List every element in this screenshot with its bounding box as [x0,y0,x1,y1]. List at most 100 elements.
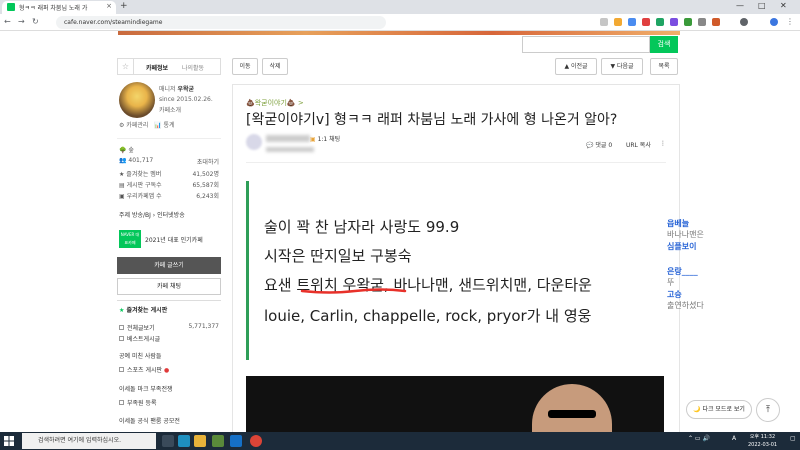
naver-badge-icon: NAVER 대표카페 [119,230,141,248]
taskbar-search-input[interactable]: 검색하려면 여기에 입력하십시오. [22,433,156,449]
notification-icon[interactable]: ▢ [790,435,796,442]
scroll-top-button[interactable]: ⤒ [756,398,780,422]
input-language[interactable]: A [732,435,736,442]
menu-item[interactable]: 부족원 등록 [119,398,219,407]
menu-item[interactable]: 공예 미친 사람들 [119,351,219,360]
extension-icon[interactable] [642,18,650,26]
floating-comment-user: 읍베늘 [667,219,690,228]
menu-item[interactable]: 스포츠 게시판 ● [119,365,219,374]
cafe-avatar[interactable] [119,82,155,118]
grade-label: 🌳 숲 [119,147,134,154]
favorite-boards-title: ★ 즐겨찾는 게시판 [119,307,168,314]
member-count[interactable]: 👥 401,717 초대하기 [119,157,219,166]
dark-mode-button[interactable]: 🌙 다크 모드로 보기 [686,400,752,419]
floating-comment-user: 은랑____ [667,267,698,276]
floating-comment-text: 출연하셨다 [667,301,704,310]
menu-item[interactable]: 이세돌 마크 부족전쟁 [119,384,219,393]
lyric-line: louie, Carlin, chappelle, rock, pryor가 내… [264,307,592,325]
extension-icon[interactable] [656,18,664,26]
tab-close-icon[interactable]: × [106,2,112,10]
chat-link[interactable]: ▣ 1:1 채팅 [310,134,340,143]
tab-my-activity[interactable]: 나의활동 [182,63,204,72]
since-date: since 2015.02.26. [159,96,213,103]
author-avatar[interactable] [246,134,262,150]
move-button[interactable]: 이동 [232,58,258,75]
embedded-video[interactable] [246,376,664,436]
extension-icon[interactable] [614,18,622,26]
vs-icon[interactable] [230,435,242,447]
maximize-button[interactable]: □ [758,1,766,10]
extension-icon[interactable] [600,18,608,26]
profile-icon[interactable] [740,18,748,26]
stat-row: ▣ 우리카페앱 수 6,243회 [119,193,219,200]
tray-icons[interactable]: ⌃ ▭ 🔊 [688,435,710,442]
cafe-chat-button[interactable]: 카페 채팅 [117,278,221,295]
tab-title: 형ㅋㅋ 래퍼 차붐님 노래 가 [19,5,88,12]
back-icon[interactable]: ← [4,17,11,26]
naver-favicon-icon [7,3,15,11]
explorer-icon[interactable] [194,435,206,447]
list-button[interactable]: 목록 [650,58,678,75]
cafe-stats: 🌳 숲 👥 401,717 초대하기 ★ 즐겨찾는 멤버 41,502명 ▤ 게시판… [117,138,221,200]
prev-post-button[interactable]: ▲ 이전글 [555,58,597,75]
taskbar-clock[interactable]: 오후 11:32 2022-03-01 [748,433,777,449]
cafe-search: 검색 [522,36,678,53]
search-button[interactable]: 검색 [650,36,678,53]
stat-row: ▤ 게시판 구독수 65,587회 [119,182,219,189]
manager-name[interactable]: 우왁굳 [177,86,194,93]
board-icon [119,367,124,372]
award-text: 2021년 대표 인기카페 [145,237,203,244]
menu-icon[interactable]: ⋮ [786,17,794,26]
account-avatar-icon[interactable] [770,18,778,26]
close-window-button[interactable]: ✕ [780,1,787,10]
extension-icon[interactable] [684,18,692,26]
cafe-management-link[interactable]: ⚙ 카페관리 📊 통계 [119,120,175,129]
minecraft-icon[interactable] [212,435,224,447]
divider [246,162,666,163]
address-bar: ← → ↻ cafe.naver.com/steamindiegame ⋮ [0,14,800,31]
url-field[interactable]: cafe.naver.com/steamindiegame [56,16,386,29]
write-post-button[interactable]: 카페 글쓰기 [117,257,221,274]
extension-icon[interactable] [712,18,720,26]
star-icon: ★ [119,307,125,314]
floating-comment-user: 심플보이 [667,242,697,251]
award-box: NAVER 대표카페 2021년 대표 인기카페 [119,230,219,248]
menu-item[interactable]: 이세돌 공식 팬룸 공모전 [119,416,219,425]
menu-item[interactable]: 전체글보기 5,771,377 [119,323,219,332]
forward-icon[interactable]: → [18,17,25,26]
author-name[interactable] [266,135,310,142]
extension-icon[interactable] [670,18,678,26]
cafe-banner [118,31,680,35]
windows-logo-icon[interactable] [4,436,14,446]
post-meta [266,147,326,153]
extension-icon[interactable] [698,18,706,26]
extension-icon[interactable] [628,18,636,26]
delete-button[interactable]: 삭제 [262,58,288,75]
edge-icon[interactable] [178,435,190,447]
lyric-line: 술이 꽉 찬 남자라 사랑도 99.9 [264,218,460,236]
minimize-button[interactable]: — [736,1,744,10]
search-input[interactable] [522,36,650,53]
invite-link[interactable]: 초대하기 [197,157,219,166]
browser-tab[interactable]: 형ㅋㅋ 래퍼 차붐님 노래 가 × [2,1,116,14]
windows-taskbar: 검색하려면 여기에 입력하십시오. ⌃ ▭ 🔊 A 오후 11:32 2022-… [0,432,800,450]
url-copy-button[interactable]: URL 복사 [626,140,651,149]
chrome-icon[interactable] [250,435,262,447]
article-category[interactable]: 💩왁굳이야기💩 > [246,98,304,108]
board-icon [119,400,124,405]
next-post-button[interactable]: ▼ 다음글 [601,58,643,75]
menu-item[interactable]: 베스트게시글 [119,334,219,343]
new-tab-button[interactable]: + [120,1,128,11]
lyric-line: 시작은 딴지일보 구봉숙 [264,247,412,265]
task-view-icon[interactable] [162,435,174,447]
article-title: [왁굳이야기v] 형ㅋㅋ 래퍼 차붐님 노래 가사에 형 나온거 알아? [246,112,618,128]
board-icon [119,336,124,341]
comments-count[interactable]: 💬 댓글 0 [586,140,612,149]
tab-cafe-info[interactable]: 카페정보 [146,63,168,72]
cafe-topic: 주제 방송/BJ › 인터넷방송 [119,212,185,219]
cafe-intro-link[interactable]: 카페소개 [159,105,181,114]
board-icon [119,325,124,330]
more-icon[interactable]: ⋮ [660,140,666,147]
star-icon[interactable]: ☆ [118,59,134,74]
reload-icon[interactable]: ↻ [32,17,39,26]
